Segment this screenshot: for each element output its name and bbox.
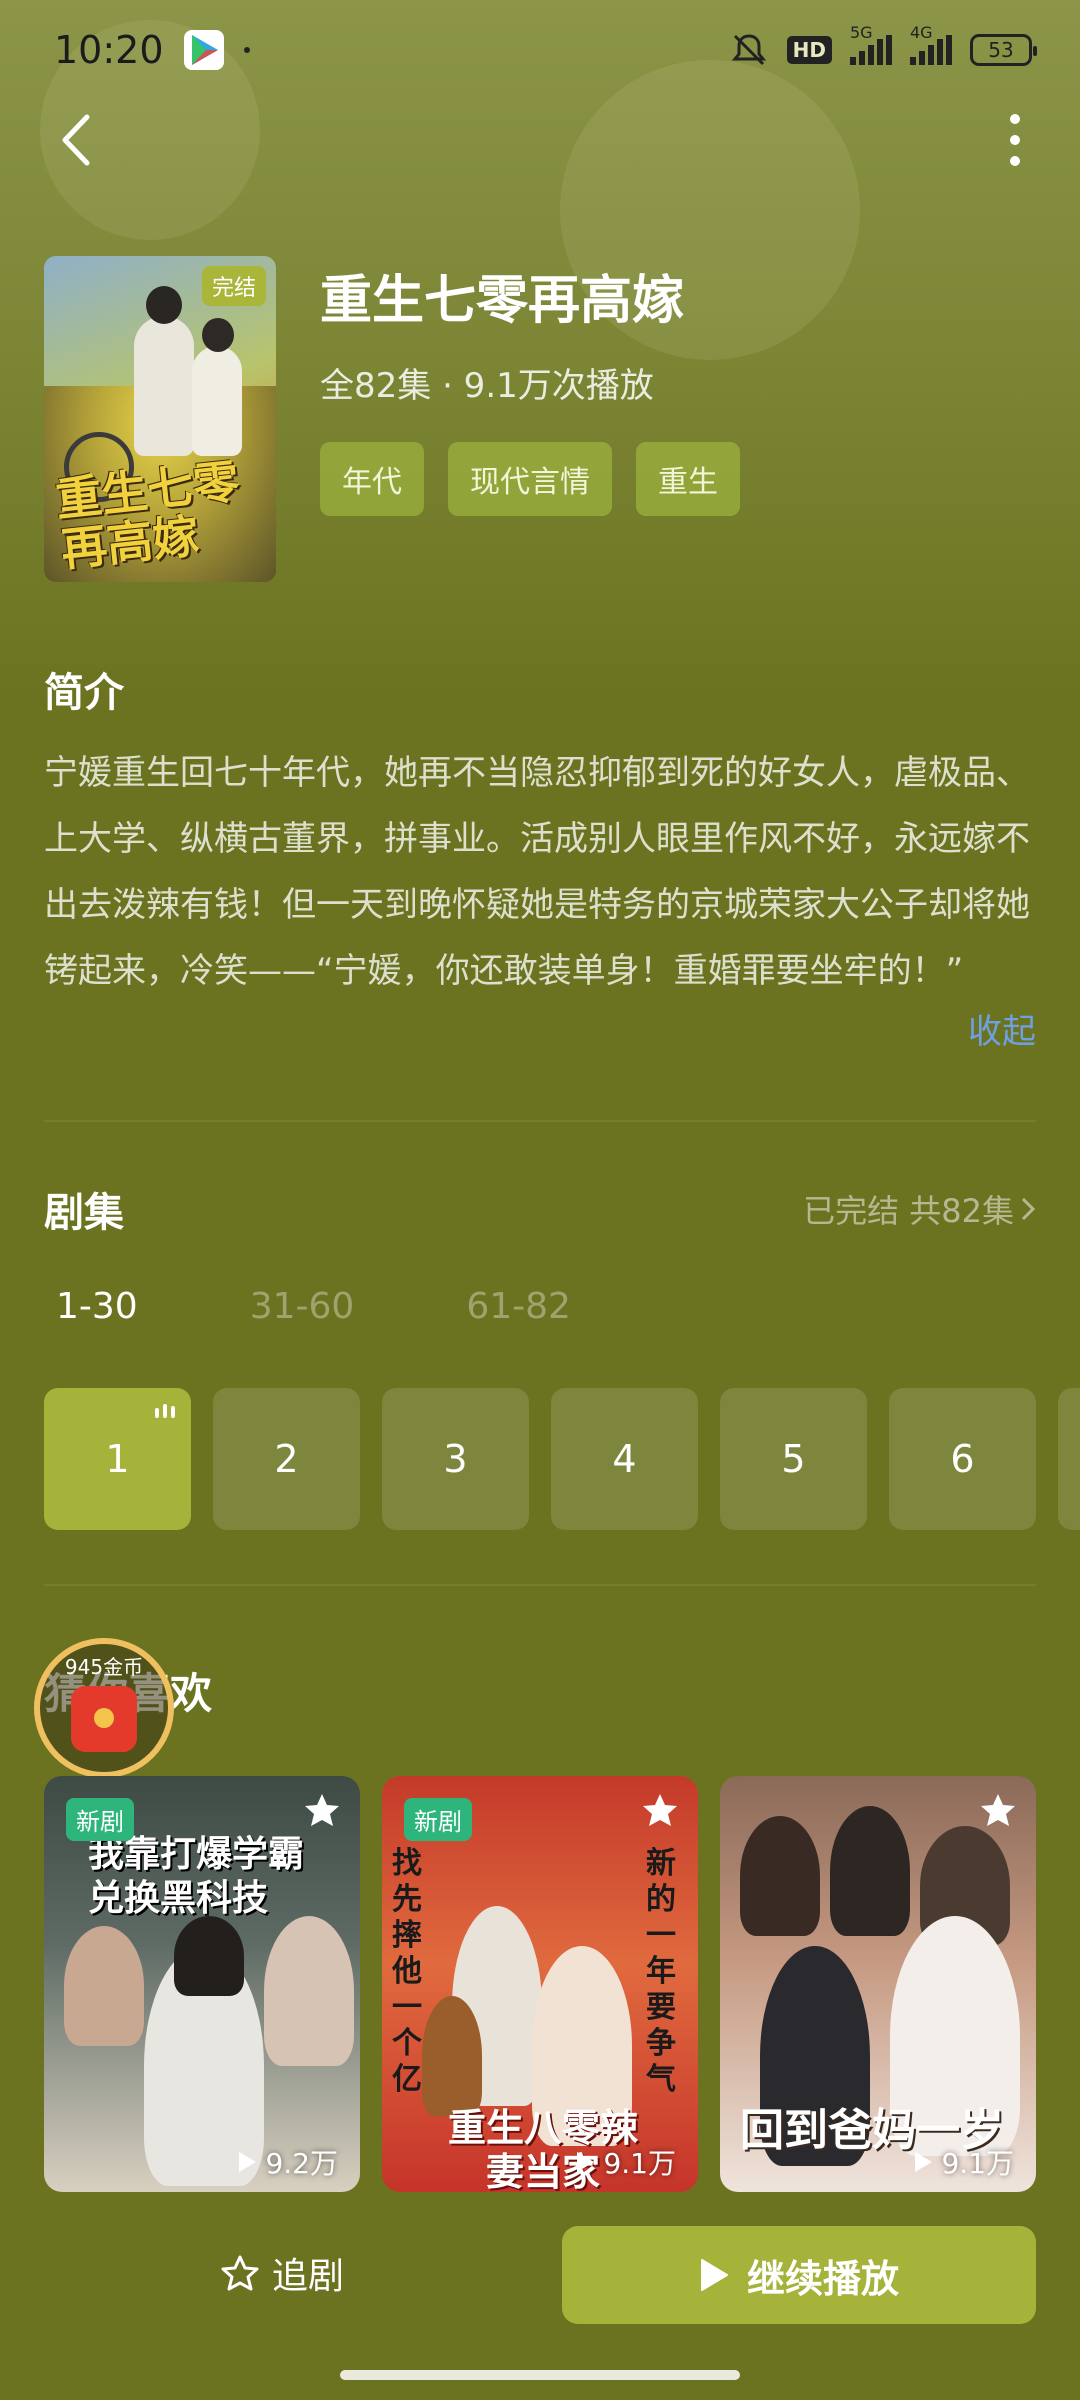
follow-button[interactable]: 追剧 bbox=[220, 2226, 344, 2320]
network-label: 5G bbox=[850, 23, 873, 42]
signal-5g-icon: 5G bbox=[850, 23, 892, 65]
play-count: 9.1万 bbox=[913, 2142, 1014, 2182]
play-count-text: 9.1万 bbox=[941, 2147, 1014, 2180]
recommend-card[interactable]: 我靠打爆学霸兑换黑科技 新剧 9.2万 bbox=[44, 1776, 360, 2192]
play-count-text: 9.1万 bbox=[603, 2147, 676, 2180]
recommend-list: 我靠打爆学霸兑换黑科技 新剧 9.2万 找先摔他一个亿 新的一年要争气 重生八零… bbox=[44, 1776, 1036, 2192]
collapse-link[interactable]: 收起 bbox=[968, 1004, 1036, 1053]
new-badge: 新剧 bbox=[404, 1798, 472, 1841]
poster-side-text: 找先摔他一个亿 bbox=[392, 1846, 422, 2097]
mute-bell-icon bbox=[731, 34, 766, 66]
episode-number: 5 bbox=[781, 1437, 806, 1481]
poster-title-art: 我靠打爆学霸兑换黑科技 bbox=[88, 1833, 305, 1919]
star-icon[interactable] bbox=[978, 1790, 1018, 1830]
episodes-heading: 剧集 bbox=[44, 1190, 124, 1236]
play-icon bbox=[577, 2152, 595, 2172]
intro-text: 宁媛重生回七十年代，她再不当隐忍抑郁到死的好女人，虐极品、上大学、纵横古董界，拼… bbox=[44, 753, 1030, 991]
episodes-summary-link[interactable]: 已完结 共82集 bbox=[803, 1186, 1036, 1232]
episode-list: 1 2 3 4 5 6 bbox=[44, 1388, 1080, 1530]
star-outline-icon bbox=[221, 2255, 259, 2291]
network-label: 4G bbox=[910, 23, 933, 42]
play-icon bbox=[915, 2152, 933, 2172]
recommend-card[interactable]: 找先摔他一个亿 新的一年要争气 重生八零辣妻当家 新剧 9.1万 bbox=[382, 1776, 698, 2192]
home-indicator[interactable] bbox=[340, 2370, 740, 2380]
status-badge: 完结 bbox=[201, 266, 266, 306]
episode-button[interactable]: 3 bbox=[382, 1388, 529, 1530]
tag-chip[interactable]: 年代 bbox=[320, 442, 424, 516]
play-icon bbox=[700, 2259, 728, 2291]
show-meta: 全82集 · 9.1万次播放 bbox=[320, 366, 654, 406]
hd-badge: HD bbox=[786, 36, 832, 64]
status-time: 10:20 bbox=[54, 28, 164, 72]
notification-dot bbox=[243, 47, 250, 53]
star-icon[interactable] bbox=[302, 1790, 342, 1830]
play-count: 9.1万 bbox=[575, 2142, 676, 2182]
episode-number: 3 bbox=[443, 1437, 468, 1481]
chevron-left-icon bbox=[62, 114, 90, 166]
episode-button[interactable]: 4 bbox=[551, 1388, 698, 1530]
episode-range-tabs: 1-30 31-60 61-82 bbox=[56, 1286, 571, 1327]
episode-button[interactable]: 1 bbox=[44, 1388, 191, 1530]
episode-number: 6 bbox=[950, 1437, 975, 1481]
continue-label: 继续播放 bbox=[746, 2256, 899, 2301]
battery-indicator: 53 bbox=[970, 34, 1037, 66]
episode-button[interactable]: 2 bbox=[213, 1388, 360, 1530]
intro-heading: 简介 bbox=[44, 670, 124, 716]
more-options-button[interactable] bbox=[990, 108, 1040, 172]
episode-button-partial[interactable] bbox=[1058, 1388, 1080, 1530]
poster-side-text: 新的一年要争气 bbox=[646, 1846, 676, 2097]
tag-chip[interactable]: 现代言情 bbox=[448, 442, 612, 516]
episodes-summary-text: 已完结 共82集 bbox=[803, 1192, 1014, 1230]
status-bar: 10:20 HD 5G 4G 53 bbox=[0, 0, 1080, 100]
range-tab-61-82[interactable]: 61-82 bbox=[466, 1286, 571, 1327]
play-count: 9.2万 bbox=[237, 2142, 338, 2182]
episode-button[interactable]: 6 bbox=[889, 1388, 1036, 1530]
star-icon[interactable] bbox=[640, 1790, 680, 1830]
episode-number: 4 bbox=[612, 1437, 637, 1481]
coin-reward-widget[interactable]: 945金币 bbox=[34, 1638, 174, 1778]
now-playing-icon bbox=[155, 1404, 175, 1418]
new-badge: 新剧 bbox=[66, 1798, 134, 1841]
red-packet-icon bbox=[71, 1685, 137, 1752]
back-button[interactable] bbox=[46, 108, 106, 172]
tag-list: 年代 现代言情 重生 bbox=[320, 442, 740, 516]
chevron-right-icon bbox=[1021, 1197, 1036, 1221]
coin-text: 945金币 bbox=[64, 1654, 144, 1679]
show-title: 重生七零再高嫁 bbox=[320, 271, 685, 331]
episode-number: 1 bbox=[105, 1437, 130, 1481]
recommend-card[interactable]: 回到爸妈一岁 9.1万 bbox=[720, 1776, 1036, 2192]
signal-4g-icon: 4G bbox=[910, 23, 952, 65]
episode-button[interactable]: 5 bbox=[720, 1388, 867, 1530]
tag-chip[interactable]: 重生 bbox=[636, 442, 740, 516]
follow-label: 追剧 bbox=[272, 2256, 345, 2297]
episode-number: 2 bbox=[274, 1437, 299, 1481]
show-cover: 重生七零再高嫁 完结 bbox=[44, 256, 276, 582]
divider bbox=[44, 1120, 1036, 1122]
range-tab-1-30[interactable]: 1-30 bbox=[56, 1286, 138, 1327]
play-count-text: 9.2万 bbox=[265, 2147, 338, 2180]
play-store-icon bbox=[183, 30, 224, 70]
range-tab-31-60[interactable]: 31-60 bbox=[250, 1286, 355, 1327]
continue-play-button[interactable]: 继续播放 bbox=[562, 2226, 1036, 2324]
play-icon bbox=[239, 2152, 257, 2172]
divider bbox=[44, 1584, 1036, 1586]
